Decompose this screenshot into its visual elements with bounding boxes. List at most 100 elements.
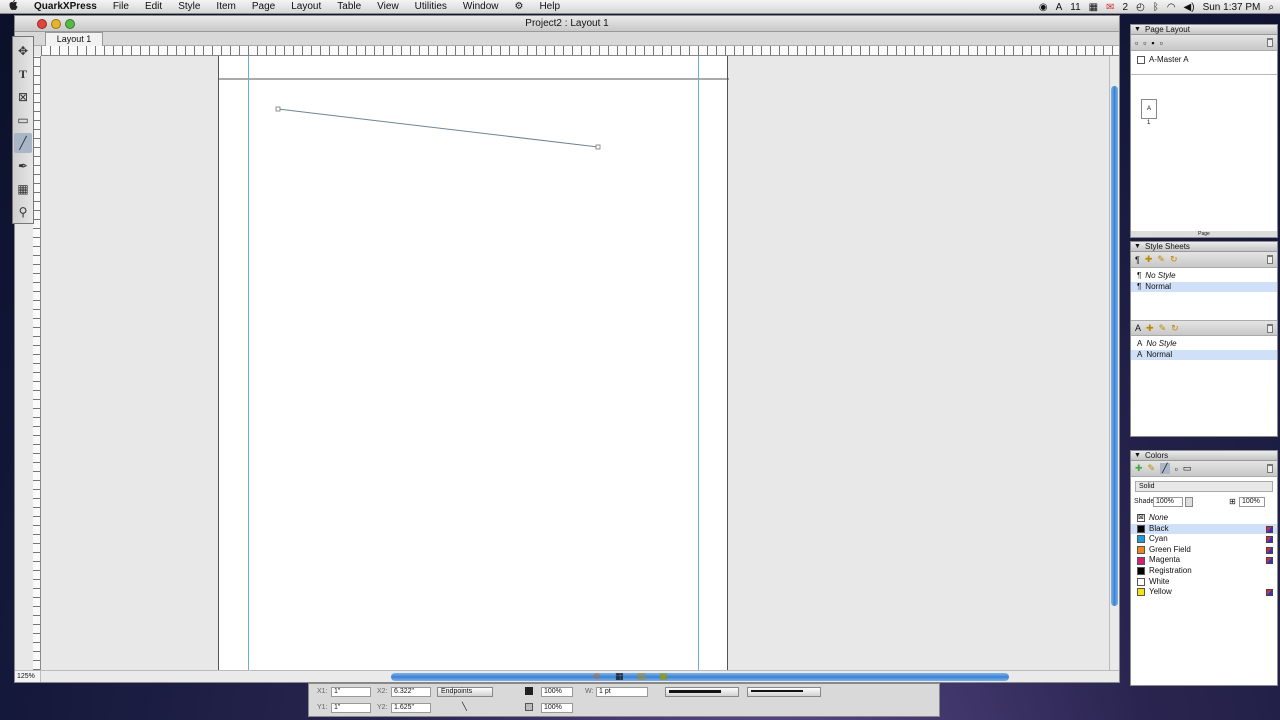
spotlight-icon[interactable]: ⌕ (1268, 2, 1274, 13)
menu-file[interactable]: File (105, 1, 137, 12)
delete-color-icon[interactable] (1267, 464, 1273, 473)
color-item-green-field[interactable]: Green Field (1131, 545, 1277, 556)
master-item[interactable]: A-Master A (1131, 55, 1277, 66)
calendar-icon[interactable]: ▦ (1089, 2, 1098, 13)
duplicate-char-style-icon[interactable]: ↻ (1171, 323, 1179, 334)
move-tool-icon[interactable]: ✥ (14, 41, 32, 61)
layout-canvas[interactable] (41, 56, 1109, 670)
menu-window[interactable]: Window (455, 1, 507, 12)
gap-shade-field[interactable]: 100% (541, 703, 573, 713)
clock[interactable]: Sun 1:37 PM (1203, 2, 1261, 13)
mail-icon[interactable]: ✉ (1106, 2, 1114, 13)
edit-color-icon[interactable]: ✎ (1148, 463, 1156, 474)
gap-color-swatch[interactable] (525, 703, 533, 711)
menu-view[interactable]: View (369, 1, 407, 12)
menu-style[interactable]: Style (170, 1, 208, 12)
edit-char-style-icon[interactable]: ✎ (1159, 323, 1167, 334)
x2-field[interactable]: 6.322" (391, 687, 431, 697)
facing-page-icon[interactable]: ▪ (1151, 38, 1154, 48)
text-tool-icon[interactable]: T (14, 64, 32, 84)
page-thumbnail[interactable]: A (1141, 99, 1157, 119)
menu-help[interactable]: Help (531, 1, 568, 12)
close-button[interactable] (37, 19, 47, 29)
apple-menu-icon[interactable] (0, 0, 26, 14)
frame-color-icon[interactable]: ▫ (1175, 464, 1178, 474)
new-page-icon[interactable]: ▫ (1135, 38, 1138, 48)
bezier-pen-tool-icon[interactable]: ✒ (14, 156, 32, 176)
paragraph-style-normal[interactable]: ¶ Normal (1131, 281, 1277, 293)
split-view-icon[interactable]: ▣ (659, 671, 668, 682)
endpoints-dropdown[interactable]: Endpoints (437, 687, 493, 697)
color-item-registration[interactable]: Registration (1131, 566, 1277, 577)
vertical-scroll-thumb[interactable] (1111, 86, 1118, 606)
delete-page-icon[interactable] (1267, 38, 1273, 47)
line-color-swatch[interactable] (525, 687, 533, 695)
minimize-button[interactable] (51, 19, 61, 29)
color-item-cyan[interactable]: Cyan (1131, 534, 1277, 545)
line-item[interactable] (219, 56, 729, 670)
table-tool-icon[interactable]: ▦ (14, 179, 32, 199)
line-color-mode-icon[interactable]: ╱ (1160, 463, 1170, 474)
panel-header[interactable]: ▼ Page Layout (1131, 25, 1277, 35)
master-icon[interactable]: ▫ (1160, 38, 1163, 48)
layers-icon[interactable]: ▤ (637, 671, 646, 682)
new-style-icon[interactable]: ✚ (1145, 254, 1153, 265)
picture-tool-icon[interactable]: ⊠ (14, 87, 32, 107)
zoom-button[interactable] (65, 19, 75, 29)
paragraph-style-no-style[interactable]: ¶ No Style (1131, 271, 1277, 282)
document-page[interactable] (218, 56, 729, 670)
new-char-style-icon[interactable]: ✚ (1146, 323, 1154, 334)
shade-field[interactable]: 100% (1153, 497, 1183, 507)
panel-header[interactable]: ▼ Colors (1131, 451, 1277, 461)
character-style-no-style[interactable]: A No Style (1131, 339, 1277, 350)
menu-edit[interactable]: Edit (137, 1, 170, 12)
wifi-icon[interactable]: ◠ (1167, 2, 1176, 13)
line-shade-field[interactable]: 100% (541, 687, 573, 697)
color-item-none[interactable]: ⊠ None (1131, 513, 1277, 524)
shade-dropdown-arrow[interactable] (1185, 497, 1193, 507)
blend-icon[interactable]: ⊞ (1229, 497, 1236, 506)
arrowhead-dropdown[interactable] (747, 687, 821, 697)
duplicate-page-icon[interactable]: ▫ (1143, 38, 1146, 48)
delete-char-style-icon[interactable] (1267, 324, 1273, 333)
time-machine-icon[interactable]: ◴ (1136, 2, 1145, 13)
fill-mode-dropdown[interactable]: Solid (1135, 481, 1273, 492)
horizontal-scrollbar[interactable]: ⊗ ▦ ▤ ▣ (41, 670, 1119, 682)
menu-table[interactable]: Table (329, 1, 369, 12)
zoom-tool-icon[interactable]: ⚲ (14, 202, 32, 222)
color-item-magenta[interactable]: Magenta (1131, 555, 1277, 566)
horizontal-scroll-thumb[interactable] (391, 673, 1009, 681)
title-bar[interactable]: Project2 : Layout 1 (15, 16, 1119, 32)
bluetooth-icon[interactable]: ᛒ (1153, 2, 1159, 13)
sync-icon[interactable]: ◉ (1039, 2, 1048, 13)
y2-field[interactable]: 1.625" (391, 703, 431, 713)
vertical-ruler[interactable] (33, 56, 41, 670)
character-style-normal[interactable]: A Normal (1131, 349, 1277, 361)
delete-style-icon[interactable] (1267, 255, 1273, 264)
adobe-icon[interactable]: A (1056, 2, 1063, 13)
menu-app[interactable]: QuarkXPress (26, 1, 105, 12)
menu-utilities[interactable]: Utilities (407, 1, 455, 12)
menu-item[interactable]: Item (208, 1, 243, 12)
horizontal-ruler[interactable] (41, 46, 1119, 56)
color-item-white[interactable]: White (1131, 577, 1277, 588)
menu-layout[interactable]: Layout (283, 1, 329, 12)
color-item-yellow[interactable]: Yellow (1131, 587, 1277, 598)
panel-header[interactable]: ▼ Style Sheets (1131, 242, 1277, 252)
line-tool-icon[interactable]: ╱ (14, 133, 32, 153)
menu-page[interactable]: Page (244, 1, 283, 12)
page-preview-icon[interactable]: ⊗ (593, 671, 601, 682)
x1-field[interactable]: 1" (331, 687, 371, 697)
zoom-field[interactable]: 125% (15, 670, 41, 682)
volume-icon[interactable]: ◀) (1184, 2, 1195, 13)
line-style-dropdown[interactable] (665, 687, 739, 697)
new-color-icon[interactable]: ✚ (1135, 463, 1143, 474)
background-color-icon[interactable]: ▭ (1183, 463, 1192, 474)
duplicate-style-icon[interactable]: ↻ (1170, 254, 1178, 265)
opacity-field[interactable]: 100% (1239, 497, 1265, 507)
color-item-black[interactable]: Black (1131, 523, 1277, 535)
y1-field[interactable]: 1" (331, 703, 371, 713)
edit-style-icon[interactable]: ✎ (1157, 254, 1165, 265)
line-width-field[interactable]: 1 pt (596, 687, 648, 697)
vertical-scrollbar[interactable] (1109, 56, 1119, 670)
